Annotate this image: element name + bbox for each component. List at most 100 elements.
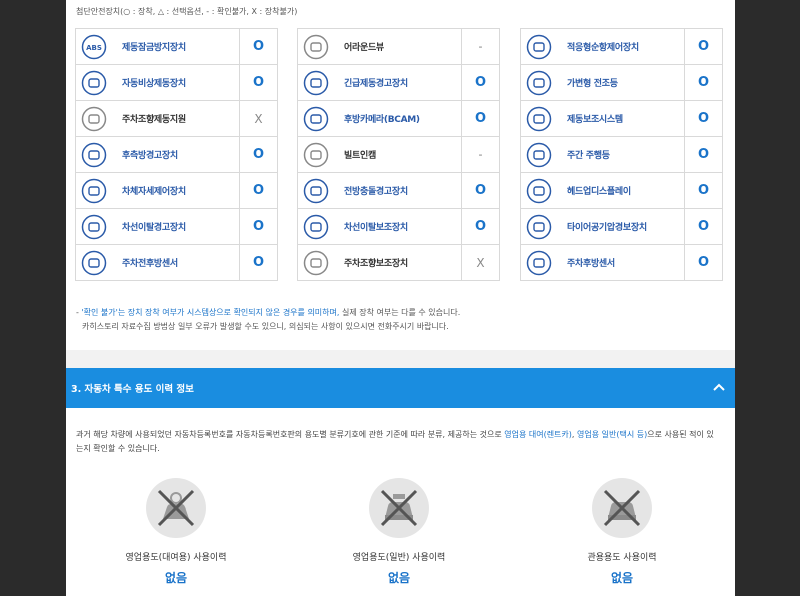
safety-row: 가변형 전조등 O <box>520 64 723 101</box>
safety-item-name: 제동보조시스템 <box>567 115 623 125</box>
safety-item-status: O <box>239 65 277 100</box>
adaptive-cruise-icon <box>521 29 557 64</box>
svg-text:ABS: ABS <box>86 44 102 52</box>
safety-item-name: 어라운드뷰 <box>344 43 384 53</box>
safety-item-status: O <box>239 137 277 172</box>
safety-item-status: - <box>461 137 499 172</box>
report-page: 첨단안전장치(○ : 장착, △ : 선택옵션, - : 확인불가, X : 장… <box>66 0 735 596</box>
safety-item-name: 적응형순항제어장치 <box>567 43 639 53</box>
around-view-icon <box>298 29 334 64</box>
safety-item-name: 주차전후방센서 <box>122 259 178 269</box>
safety-item-status: O <box>461 101 499 136</box>
note-suffix: 실제 장착 여부는 다를 수 있습니다. <box>339 308 461 317</box>
safety-item-name: 차선이탈보조장치 <box>344 223 408 233</box>
parking-steering-icon <box>76 101 112 136</box>
abs-icon: ABS <box>76 29 112 64</box>
safety-row: 타이어공기압경보장치 O <box>520 208 723 245</box>
parking-assist-icon <box>298 245 334 280</box>
usage-government: 관용용도 사용이력 없음 <box>542 478 702 586</box>
adaptive-headlight-icon <box>521 65 557 100</box>
safety-item-status: O <box>684 245 722 280</box>
safety-note: - '확인 불가'는 장치 장착 여부가 시스템상으로 확인되지 않은 경우를 … <box>76 306 460 334</box>
safety-row: 후측방경고장치 O <box>75 136 278 173</box>
safety-item-status: O <box>239 209 277 244</box>
taxi-icon <box>369 478 429 538</box>
safety-item-status: O <box>239 245 277 280</box>
safety-item-name: 긴급제동경고장치 <box>344 79 408 89</box>
safety-item-name: 차선이탈경고장치 <box>122 223 186 233</box>
head-up-display-icon <box>521 173 557 208</box>
safety-item-status: O <box>239 173 277 208</box>
safety-item-status: O <box>239 29 277 64</box>
note-highlight: '확인 불가'는 장치 장착 여부가 시스템상으로 확인되지 않은 경우를 의미… <box>81 308 340 317</box>
safety-item-status: O <box>461 173 499 208</box>
safety-item-name: 제동잠금방지장치 <box>122 43 186 53</box>
safety-item-name: 주차조향제동지원 <box>122 115 186 125</box>
safety-row: 자동비상제동장치 O <box>75 64 278 101</box>
builtin-cam-icon <box>298 137 334 172</box>
safety-item-name: 주간 주행등 <box>567 151 610 161</box>
usage-value: 없음 <box>387 571 411 585</box>
safety-row: 제동보조시스템 O <box>520 100 723 137</box>
parking-sensor-icon <box>76 245 112 280</box>
usage-rental: 영업용도(대여용) 사용이력 없음 <box>96 478 256 586</box>
safety-column-3: 적응형순항제어장치 O 가변형 전조등 O 제동보조시스템 O 주간 주행등 O 헤드업디스플레… <box>520 28 723 281</box>
safety-row: 주차조향제동지원 X <box>75 100 278 137</box>
safety-row: 빌트인캠 - <box>297 136 500 173</box>
safety-row: 적응형순항제어장치 O <box>520 28 723 65</box>
safety-item-name: 헤드업디스플레이 <box>567 187 631 197</box>
safety-item-name: 후측방경고장치 <box>122 151 178 161</box>
safety-row: 긴급제동경고장치 O <box>297 64 500 101</box>
safety-column-1: ABS 제동잠금방지장치 O 자동비상제동장치 O 주차조향제동지원 X 후측방경고장치 O 차체… <box>75 28 278 281</box>
safety-row: 차체자세제어장치 O <box>75 172 278 209</box>
safety-item-status: O <box>684 137 722 172</box>
usage-label: 관용용도 사용이력 <box>587 553 657 563</box>
safety-item-status: X <box>461 245 499 280</box>
rear-side-warning-icon <box>76 137 112 172</box>
rear-camera-icon <box>298 101 334 136</box>
collapse-chevron-icon[interactable] <box>713 381 725 395</box>
safety-item-status: - <box>461 29 499 64</box>
brake-assist-icon <box>521 101 557 136</box>
usage-commercial: 영업용도(일반) 사용이력 없음 <box>319 478 479 586</box>
safety-item-name: 후방카메라(BCAM) <box>344 115 420 125</box>
safety-item-name: 빌트인캠 <box>344 151 376 161</box>
section-divider <box>66 350 735 368</box>
usage-value: 없음 <box>610 571 634 585</box>
lane-keeping-assist-icon <box>298 209 334 244</box>
desc-taxi-highlight: 영업용 일반(택시 등) <box>577 430 648 439</box>
safety-column-2: 어라운드뷰 - 긴급제동경고장치 O 후방카메라(BCAM) O 빌트인캠 - 전방충돌경고장치… <box>297 28 500 281</box>
note-line-2: 카히스토리 자료수집 방법상 일부 오류가 발생할 수도 있으니, 의심되는 사… <box>82 322 449 331</box>
safety-row: 주간 주행등 O <box>520 136 723 173</box>
special-usage-section-header[interactable]: 3. 자동차 특수 용도 이력 정보 <box>66 368 735 408</box>
safety-item-status: O <box>684 101 722 136</box>
safety-item-name: 차체자세제어장치 <box>122 187 186 197</box>
safety-item-status: O <box>461 65 499 100</box>
safety-legend: 첨단안전장치(○ : 장착, △ : 선택옵션, - : 확인불가, X : 장… <box>76 7 298 16</box>
safety-row: 헤드업디스플레이 O <box>520 172 723 209</box>
lane-departure-warning-icon <box>76 209 112 244</box>
usage-label: 영업용도(대여용) 사용이력 <box>125 553 227 563</box>
usage-label: 영업용도(일반) 사용이력 <box>352 553 446 563</box>
rear-parking-sensor-icon <box>521 245 557 280</box>
rental-car-icon <box>146 478 206 538</box>
safety-item-name: 가변형 전조등 <box>567 79 618 89</box>
safety-row: ABS 제동잠금방지장치 O <box>75 28 278 65</box>
safety-item-status: O <box>461 209 499 244</box>
desc-rental-highlight: 영업용 대여(렌트카) <box>504 430 572 439</box>
forward-collision-icon <box>298 173 334 208</box>
safety-item-status: X <box>239 101 277 136</box>
safety-item-name: 타이어공기압경보장치 <box>567 223 647 233</box>
government-car-icon <box>592 478 652 538</box>
emergency-brake-warning-icon <box>298 65 334 100</box>
auto-emergency-brake-icon <box>76 65 112 100</box>
desc-text: 과거 해당 차량에 사용되었던 자동차등록번호를 자동차등록번호판의 용도별 분… <box>76 430 505 439</box>
safety-row: 차선이탈보조장치 O <box>297 208 500 245</box>
safety-row: 어라운드뷰 - <box>297 28 500 65</box>
safety-item-name: 주차후방센서 <box>567 259 615 269</box>
safety-row: 차선이탈경고장치 O <box>75 208 278 245</box>
safety-row: 주차전후방센서 O <box>75 244 278 281</box>
safety-row: 주차조향보조장치 X <box>297 244 500 281</box>
usage-description: 과거 해당 차량에 사용되었던 자동차등록번호를 자동차등록번호판의 용도별 분… <box>76 428 716 456</box>
safety-item-name: 주차조향보조장치 <box>344 259 408 269</box>
